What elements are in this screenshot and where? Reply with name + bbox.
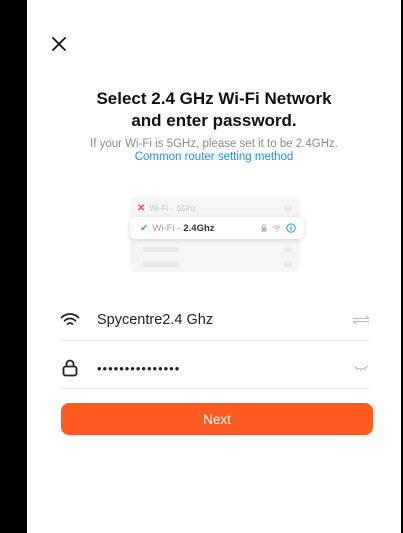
page-title: Select 2.4 GHz Wi-Fi Network and enter p… <box>27 88 401 132</box>
lock-icon <box>59 357 81 379</box>
next-button[interactable]: Next <box>61 403 373 435</box>
wifi-setup-screen: Select 2.4 GHz Wi-Fi Network and enter p… <box>27 0 401 533</box>
lock-icon <box>261 224 267 232</box>
title-line-1: Select 2.4 GHz Wi-Fi Network <box>96 89 332 108</box>
placeholder-dot <box>284 247 292 252</box>
close-icon <box>52 37 66 51</box>
password-field[interactable]: ••••••••••••••• <box>59 348 371 389</box>
band-hint: If your Wi-Fi is 5GHz, please set it to … <box>90 138 338 150</box>
switch-network-button[interactable] <box>351 312 371 328</box>
info-icon <box>286 223 296 233</box>
network-name: Spycentre2.4 Ghz <box>97 312 214 328</box>
router-setting-link[interactable]: Common router setting method <box>27 151 401 163</box>
row-5g-prefix: Wi-Fi - <box>149 203 173 213</box>
row-24-prefix: Wi-Fi - <box>152 222 181 234</box>
wifi-icon <box>272 224 281 232</box>
row-5g-band: 5Ghz <box>176 203 197 213</box>
placeholder-dot <box>284 262 292 267</box>
wifi-icon <box>59 309 81 331</box>
switch-icon <box>352 315 370 325</box>
toggle-password-visibility[interactable] <box>351 360 371 376</box>
close-button[interactable] <box>49 34 69 54</box>
x-icon: ✕ <box>137 202 146 214</box>
placeholder-dot <box>284 206 292 211</box>
network-field[interactable]: Spycentre2.4 Ghz <box>59 300 371 341</box>
placeholder-bar <box>143 247 179 252</box>
title-line-2: and enter password. <box>131 111 297 130</box>
eye-closed-icon <box>353 365 369 372</box>
illustration-row-24: ✔ Wi-Fi - 2.4Ghz <box>130 217 304 239</box>
placeholder-bar <box>143 262 179 267</box>
password-value: ••••••••••••••• <box>97 360 181 376</box>
row-24-band: 2.4Ghz <box>183 222 215 234</box>
check-icon: ✔ <box>140 222 149 234</box>
illustration-row-5g: ✕ Wi-Fi - 5Ghz <box>137 201 196 215</box>
